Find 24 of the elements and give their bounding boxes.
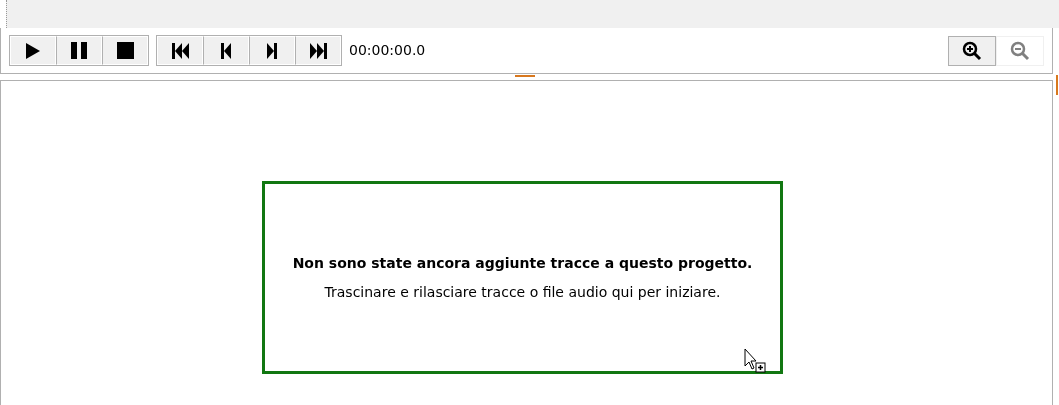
step-forward-icon (266, 41, 278, 60)
copy-cursor-icon (744, 348, 766, 374)
last-button[interactable] (295, 36, 341, 65)
pause-button[interactable] (56, 36, 102, 65)
pause-icon (70, 41, 88, 60)
drop-hint: Trascinare e rilasciare tracce o file audio qui per iniziare. (324, 282, 721, 302)
step-back-icon (220, 41, 232, 60)
previous-button[interactable] (203, 36, 249, 65)
first-button[interactable] (157, 36, 203, 65)
play-icon (24, 41, 42, 60)
drop-zone[interactable]: Non sono state ancora aggiunte tracce a questo progetto. Trascinare e rilasciare tracce o file audio qui per iniziare. (262, 181, 783, 374)
stop-button[interactable] (102, 36, 148, 65)
stop-icon (115, 41, 135, 60)
zoom-in-icon (962, 40, 982, 61)
skip-to-start-icon (170, 41, 190, 60)
next-button[interactable] (249, 36, 295, 65)
time-display: 00:00:00.0 (349, 41, 426, 60)
skip-to-end-icon (308, 41, 328, 60)
play-button[interactable] (10, 36, 56, 65)
splitter-handle[interactable] (515, 75, 535, 77)
scroll-marker (1056, 75, 1058, 95)
empty-project-message: Non sono state ancora aggiunte tracce a questo progetto. (292, 253, 753, 273)
zoom-out-icon (1010, 40, 1030, 61)
zoom-in-button[interactable] (948, 35, 996, 66)
